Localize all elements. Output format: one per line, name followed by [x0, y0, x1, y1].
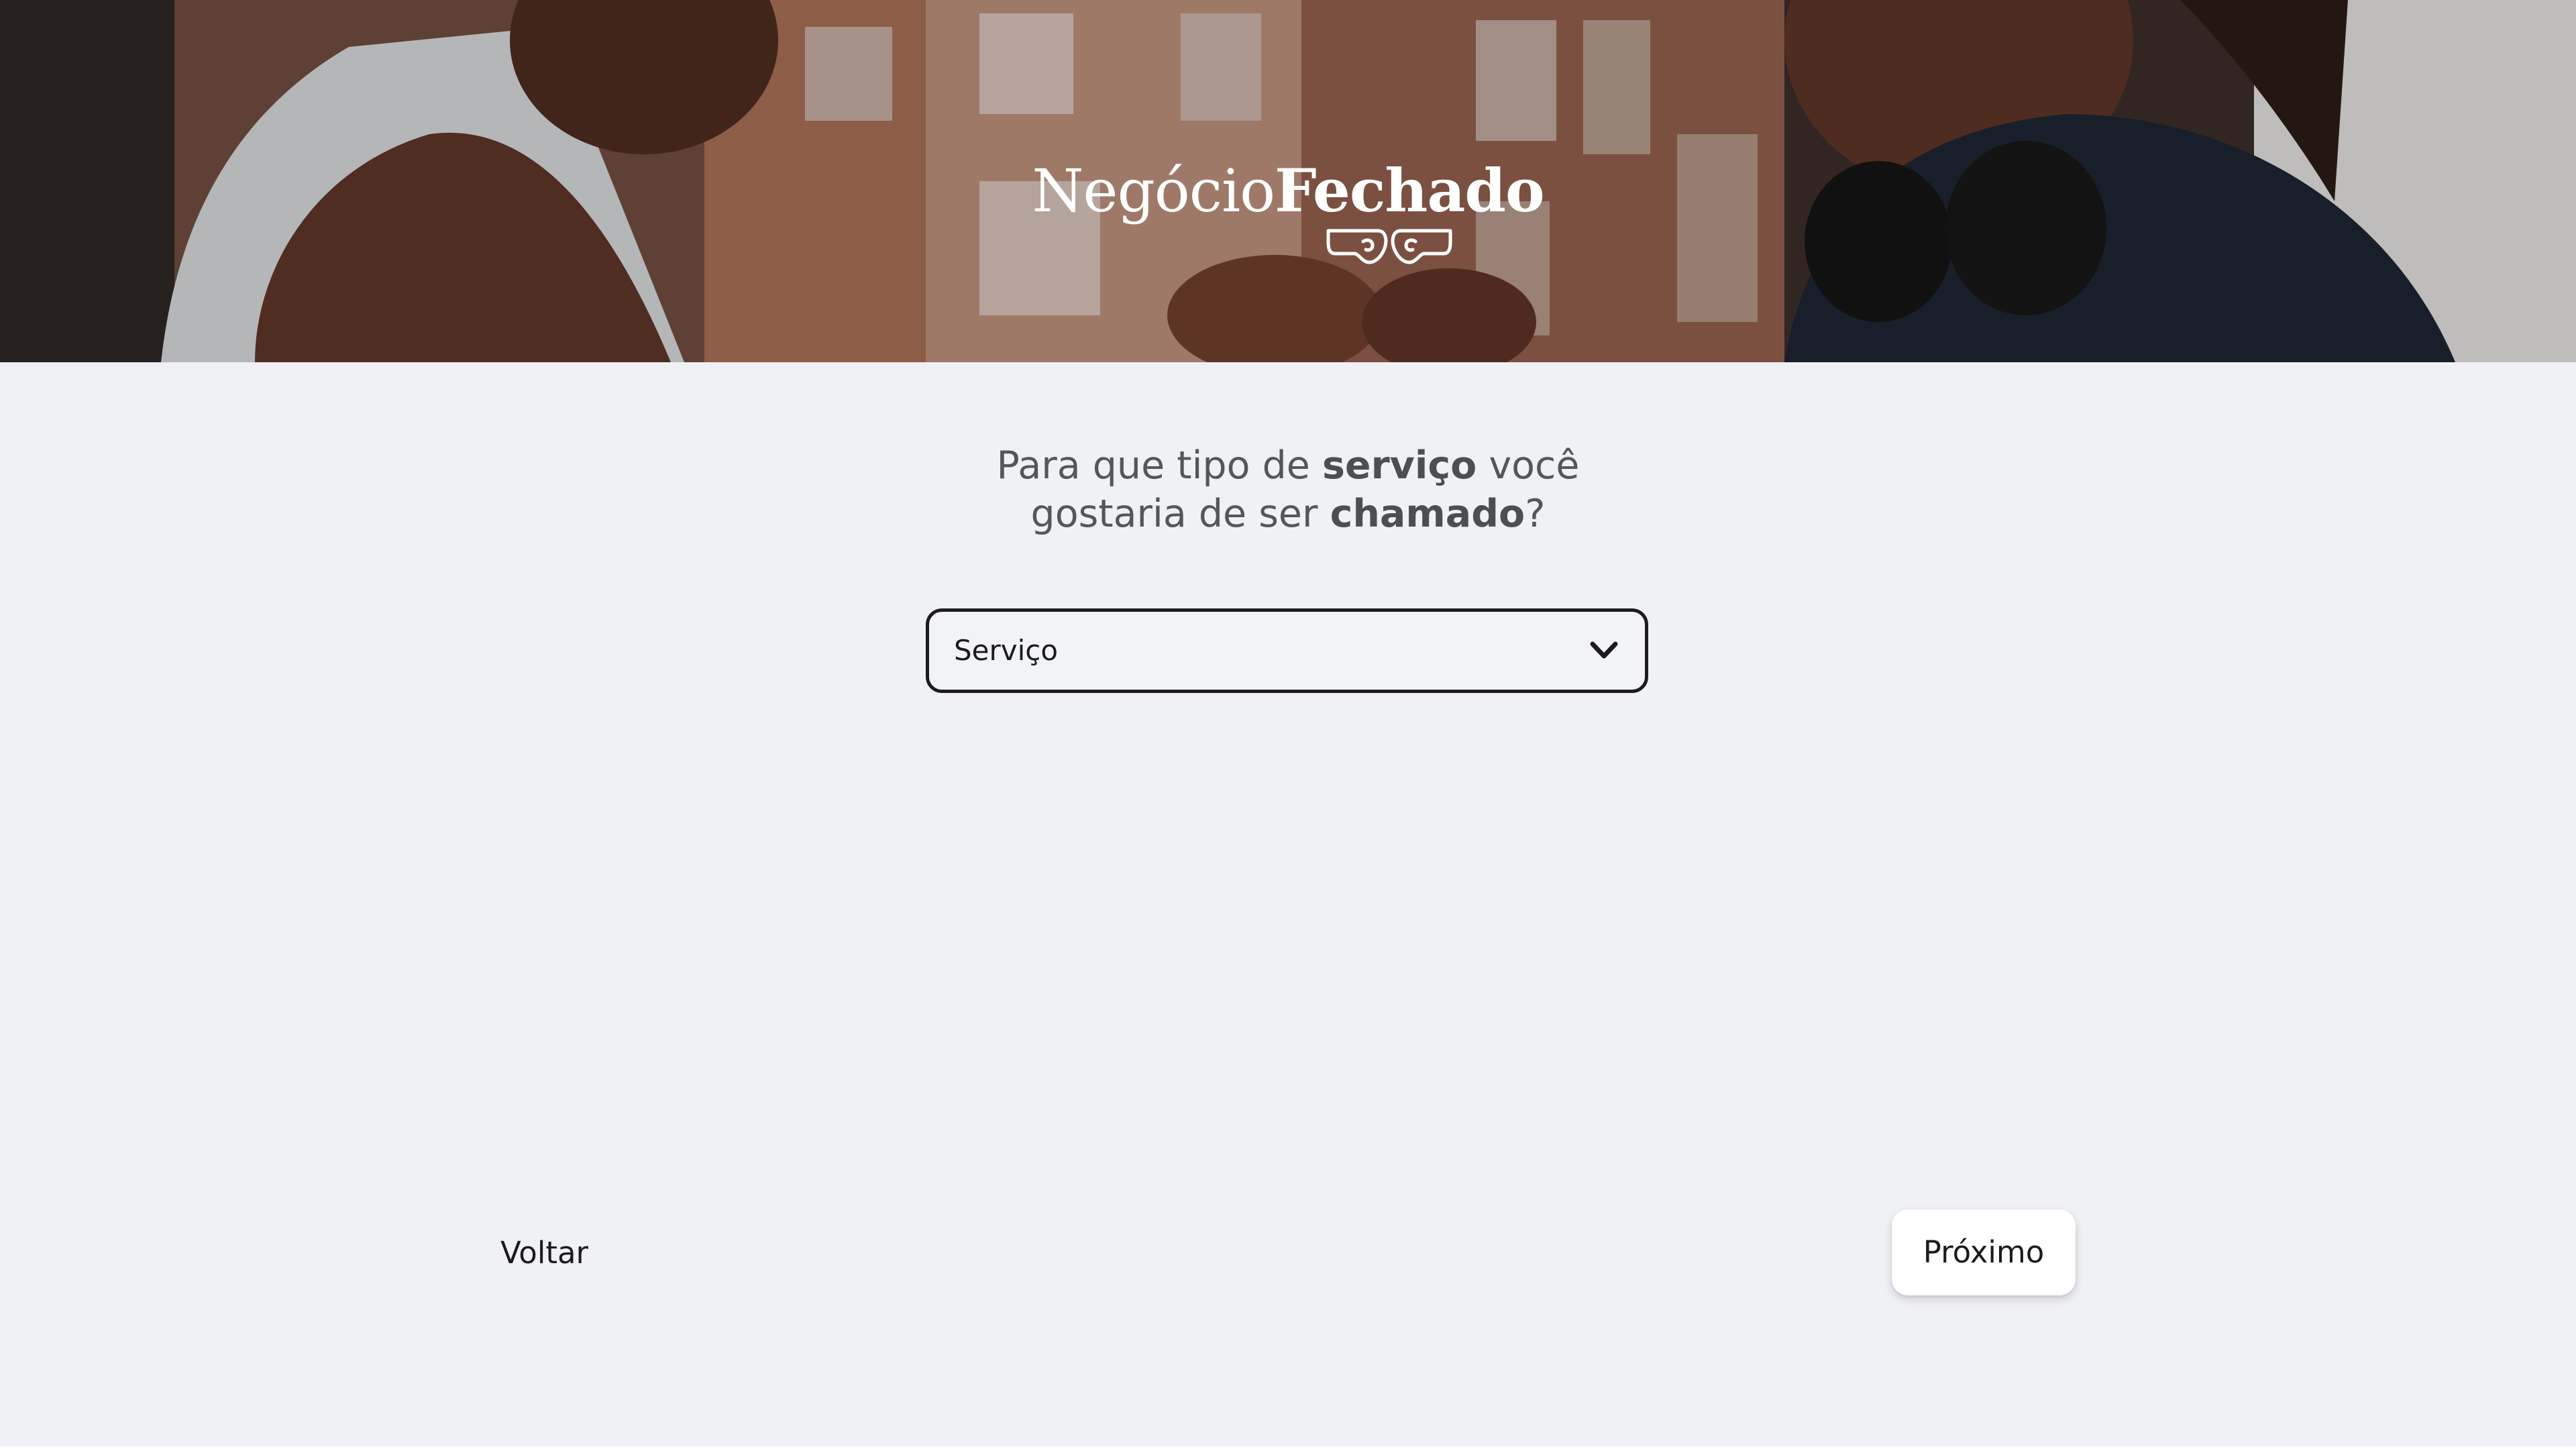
brand-name-bold: Fechado [1275, 156, 1544, 225]
brand-name-light: Negócio [1032, 156, 1275, 225]
page: NegócioFechado Para que tipo de serviço … [0, 0, 2576, 1449]
question-line-2: gostaria de ser chamado? [0, 490, 2576, 538]
question-emphasis-called: chamado [1330, 492, 1525, 536]
question-text: você [1477, 443, 1580, 488]
bottom-divider [0, 1446, 2576, 1449]
question-text: gostaria de ser [1030, 492, 1330, 536]
brand-logo: NegócioFechado [0, 161, 2576, 221]
question-emphasis-service: serviço [1322, 443, 1477, 488]
question-text: ? [1525, 492, 1546, 536]
service-select[interactable]: Serviço [926, 608, 1648, 693]
question-line-1: Para que tipo de serviço você [0, 441, 2576, 490]
chevron-down-icon [1590, 641, 1618, 659]
handshake-emblem-icon [1326, 229, 1452, 264]
question-heading: Para que tipo de serviço você gostaria d… [0, 441, 2576, 538]
service-select-value: Serviço [954, 634, 1059, 667]
next-button[interactable]: Próximo [1892, 1210, 2076, 1295]
question-text: Para que tipo de [996, 443, 1322, 488]
hero-banner: NegócioFechado [0, 0, 2576, 362]
back-button[interactable]: Voltar [500, 1232, 588, 1275]
